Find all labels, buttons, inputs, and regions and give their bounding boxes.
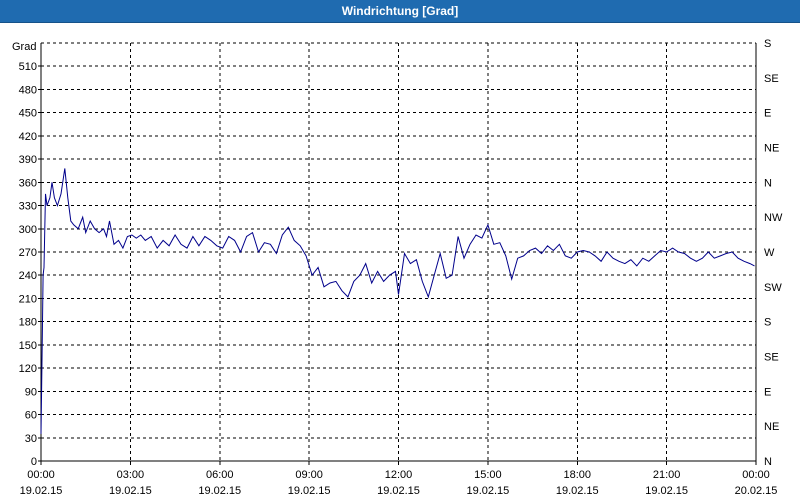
right-axis-label: SE xyxy=(764,352,779,364)
right-axis-label: E xyxy=(764,108,771,120)
x-tick-label-time: 03:00 xyxy=(117,469,145,481)
x-tick-label-time: 15:00 xyxy=(474,469,502,481)
y-tick-label: 330 xyxy=(19,201,37,213)
y-tick-label: 360 xyxy=(19,177,37,189)
right-axis-label: E xyxy=(764,386,771,398)
right-axis-label: W xyxy=(764,247,775,259)
x-tick-label-time: 00:00 xyxy=(27,469,55,481)
series-line xyxy=(40,168,755,434)
x-tick-label-time: 21:00 xyxy=(653,469,681,481)
right-axis-label: S xyxy=(764,317,771,329)
x-tick-label-date: 19.02.15 xyxy=(198,485,241,497)
y-tick-label: 150 xyxy=(19,340,37,352)
x-tick-label-time: 06:00 xyxy=(206,469,234,481)
y-tick-label: 390 xyxy=(19,154,37,166)
x-tick-label-date: 19.02.15 xyxy=(109,485,152,497)
right-axis-label: N xyxy=(764,177,772,189)
x-tick-label-date: 19.02.15 xyxy=(645,485,688,497)
x-tick-label-time: 12:00 xyxy=(385,469,413,481)
y-tick-label: 60 xyxy=(25,410,37,422)
y-axis-label: Grad xyxy=(12,41,36,53)
x-tick-label-time: 09:00 xyxy=(295,469,323,481)
x-tick-label-time: 00:00 xyxy=(742,469,770,481)
y-tick-label: 240 xyxy=(19,270,37,282)
x-tick-label-date: 19.02.15 xyxy=(288,485,331,497)
right-axis-label: SE xyxy=(764,73,779,85)
y-tick-label: 210 xyxy=(19,293,37,305)
x-tick-label-date: 19.02.15 xyxy=(20,485,63,497)
x-tick-label-time: 18:00 xyxy=(563,469,591,481)
x-tick-label-date: 19.02.15 xyxy=(377,485,420,497)
right-axis-label: NW xyxy=(764,212,783,224)
right-axis-label: N xyxy=(764,456,772,468)
right-axis-label: NE xyxy=(764,421,779,433)
y-tick-label: 180 xyxy=(19,317,37,329)
right-axis-label: NE xyxy=(764,143,779,155)
y-tick-label: 120 xyxy=(19,363,37,375)
y-tick-label: 420 xyxy=(19,131,37,143)
y-tick-label: 300 xyxy=(19,224,37,236)
chart-canvas: 0 30 60 90 120 150 180 210 240 270 300 330 360 390 420… xyxy=(12,38,783,497)
x-tick-label-date: 19.02.15 xyxy=(466,485,509,497)
y-tick-label: 510 xyxy=(19,61,37,73)
y-tick-label: 450 xyxy=(19,108,37,120)
y-tick-label: 90 xyxy=(25,386,37,398)
y-tick-label: 270 xyxy=(19,247,37,259)
x-tick-label-date: 19.02.15 xyxy=(556,485,599,497)
y-tick-label: 30 xyxy=(25,433,37,445)
y-tick-label: 480 xyxy=(19,84,37,96)
right-axis-label: SW xyxy=(764,282,782,294)
x-tick-label-date: 20.02.15 xyxy=(735,485,778,497)
y-tick-label: 0 xyxy=(31,456,37,468)
right-axis-label: S xyxy=(764,38,771,50)
